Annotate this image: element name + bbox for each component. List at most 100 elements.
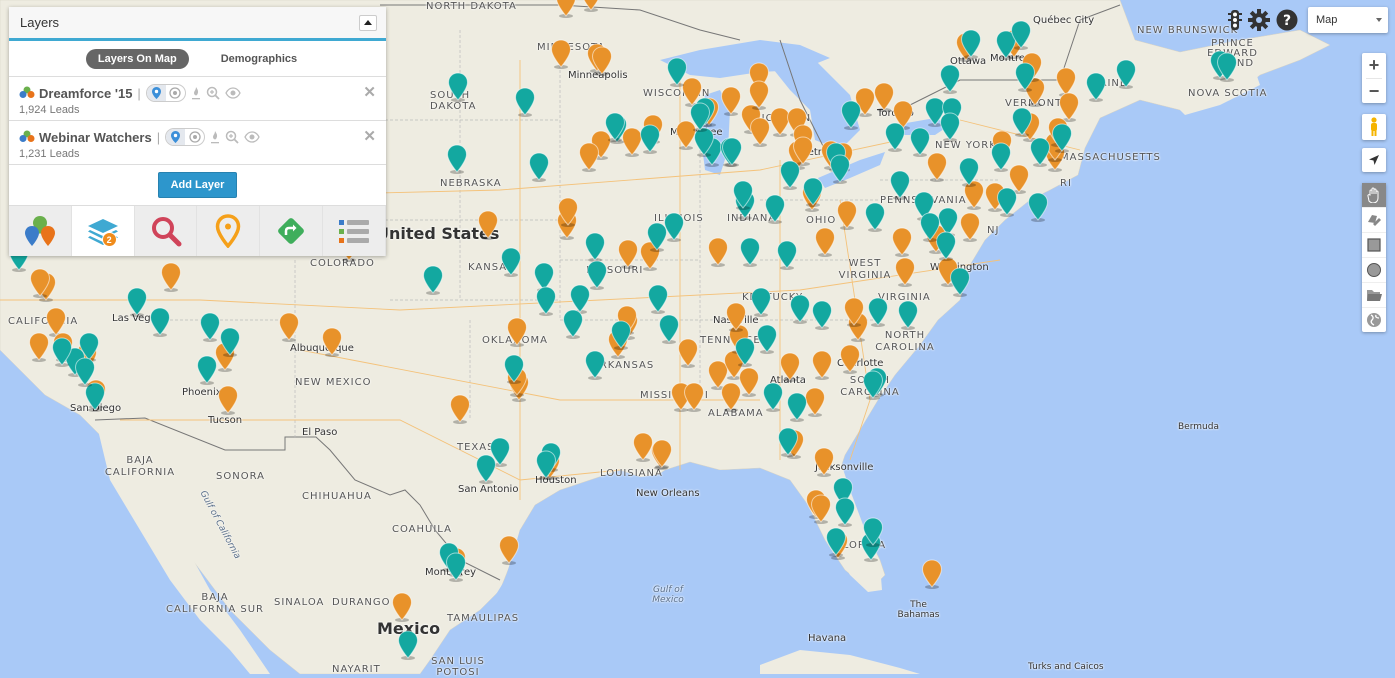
pan-tool[interactable] bbox=[1362, 183, 1386, 208]
marker-teal[interactable] bbox=[51, 337, 73, 367]
marker-orange[interactable] bbox=[839, 344, 861, 374]
marker-teal[interactable] bbox=[802, 177, 824, 207]
marker-teal[interactable] bbox=[867, 297, 889, 327]
marker-orange[interactable] bbox=[677, 338, 699, 368]
marker-orange[interactable] bbox=[29, 268, 51, 298]
marker-teal[interactable] bbox=[422, 265, 444, 295]
marker-teal[interactable] bbox=[777, 427, 799, 457]
cluster-mode-icon[interactable] bbox=[185, 129, 204, 145]
marker-orange[interactable] bbox=[813, 447, 835, 477]
marker-orange[interactable] bbox=[738, 367, 760, 397]
marker-teal[interactable] bbox=[149, 307, 171, 337]
zoom-to-layer-icon[interactable] bbox=[225, 130, 239, 144]
marker-orange[interactable] bbox=[707, 237, 729, 267]
marker-teal[interactable] bbox=[840, 100, 862, 130]
marker-orange[interactable] bbox=[748, 80, 770, 110]
marker-orange[interactable] bbox=[725, 302, 747, 332]
marker-teal[interactable] bbox=[1216, 52, 1238, 82]
boundary-tool[interactable] bbox=[1362, 308, 1386, 332]
rectangle-tool[interactable] bbox=[1362, 233, 1386, 258]
marker-orange[interactable] bbox=[578, 142, 600, 172]
marker-teal[interactable] bbox=[196, 355, 218, 385]
marker-mode-icon[interactable] bbox=[166, 129, 186, 145]
marker-teal[interactable] bbox=[639, 124, 661, 154]
marker-teal[interactable] bbox=[445, 552, 467, 582]
marker-teal[interactable] bbox=[909, 127, 931, 157]
marker-orange[interactable] bbox=[557, 197, 579, 227]
collapse-button[interactable] bbox=[359, 14, 377, 31]
marker-teal[interactable] bbox=[764, 194, 786, 224]
marker-teal[interactable] bbox=[514, 87, 536, 117]
marker-orange[interactable] bbox=[651, 439, 673, 469]
marker-teal[interactable] bbox=[776, 240, 798, 270]
marker-teal[interactable] bbox=[604, 112, 626, 142]
marker-mode-icon[interactable] bbox=[146, 85, 166, 101]
marker-orange[interactable] bbox=[720, 86, 742, 116]
marker-teal[interactable] bbox=[958, 157, 980, 187]
traffic-light-icon[interactable] bbox=[1228, 9, 1242, 31]
nav-routes[interactable] bbox=[260, 206, 324, 256]
zoom-to-layer-icon[interactable] bbox=[206, 86, 220, 100]
marker-teal[interactable] bbox=[756, 324, 778, 354]
marker-teal[interactable] bbox=[919, 212, 941, 242]
marker-orange[interactable] bbox=[617, 239, 639, 269]
marker-teal[interactable] bbox=[750, 287, 772, 317]
visibility-eye-icon[interactable] bbox=[244, 131, 260, 143]
marker-teal[interactable] bbox=[647, 284, 669, 314]
marker-teal[interactable] bbox=[562, 309, 584, 339]
marker-teal[interactable] bbox=[528, 152, 550, 182]
marker-teal[interactable] bbox=[1115, 59, 1137, 89]
marker-teal[interactable] bbox=[789, 294, 811, 324]
add-layer-button[interactable]: Add Layer bbox=[157, 172, 238, 198]
marker-orange[interactable] bbox=[506, 317, 528, 347]
nav-pin[interactable] bbox=[197, 206, 261, 256]
marker-orange[interactable] bbox=[498, 535, 520, 565]
marker-teal[interactable] bbox=[762, 382, 784, 412]
marker-teal[interactable] bbox=[199, 312, 221, 342]
marker-teal[interactable] bbox=[610, 320, 632, 350]
heatmap-icon[interactable] bbox=[210, 130, 220, 144]
marker-teal[interactable] bbox=[535, 450, 557, 480]
marker-teal[interactable] bbox=[825, 527, 847, 557]
marker-teal[interactable] bbox=[939, 112, 961, 142]
marker-teal[interactable] bbox=[503, 354, 525, 384]
marker-orange[interactable] bbox=[921, 559, 943, 589]
map-type-select[interactable]: Map bbox=[1308, 7, 1388, 33]
marker-teal[interactable] bbox=[447, 72, 469, 102]
layer-name[interactable]: Dreamforce '15 bbox=[39, 86, 132, 101]
marker-teal[interactable] bbox=[1010, 20, 1032, 50]
marker-orange[interactable] bbox=[894, 257, 916, 287]
marker-teal[interactable] bbox=[734, 337, 756, 367]
marker-teal[interactable] bbox=[739, 237, 761, 267]
heatmap-icon[interactable] bbox=[191, 86, 201, 100]
layer-item[interactable]: Webinar Watchers | 1,231 Leads ✕ bbox=[9, 121, 386, 165]
marker-teal[interactable] bbox=[829, 154, 851, 184]
marker-orange[interactable] bbox=[391, 592, 413, 622]
marker-orange[interactable] bbox=[811, 350, 833, 380]
zoom-in-button[interactable]: + bbox=[1362, 53, 1386, 78]
layer-item[interactable]: Dreamforce '15 | 1,924 Leads ✕ bbox=[9, 77, 386, 121]
marker-heatmap-toggle[interactable] bbox=[145, 84, 186, 102]
marker-teal[interactable] bbox=[397, 630, 419, 660]
nav-legend[interactable] bbox=[323, 206, 386, 256]
marker-orange[interactable] bbox=[814, 227, 836, 257]
zoom-out-button[interactable]: − bbox=[1362, 79, 1386, 104]
marker-heatmap-toggle[interactable] bbox=[165, 128, 206, 146]
marker-orange[interactable] bbox=[217, 385, 239, 415]
remove-layer-icon[interactable]: ✕ bbox=[363, 83, 376, 101]
marker-orange[interactable] bbox=[160, 262, 182, 292]
freehand-draw-tool[interactable] bbox=[1362, 208, 1386, 233]
marker-teal[interactable] bbox=[666, 57, 688, 87]
marker-teal[interactable] bbox=[219, 327, 241, 357]
layer-name[interactable]: Webinar Watchers bbox=[39, 130, 152, 145]
marker-teal[interactable] bbox=[990, 142, 1012, 172]
marker-orange[interactable] bbox=[836, 200, 858, 230]
marker-teal[interactable] bbox=[1014, 62, 1036, 92]
marker-teal[interactable] bbox=[834, 497, 856, 527]
marker-teal[interactable] bbox=[535, 286, 557, 316]
marker-orange[interactable] bbox=[477, 210, 499, 240]
marker-teal[interactable] bbox=[663, 212, 685, 242]
marker-teal[interactable] bbox=[889, 170, 911, 200]
marker-orange[interactable] bbox=[959, 212, 981, 242]
remove-layer-icon[interactable]: ✕ bbox=[363, 127, 376, 145]
